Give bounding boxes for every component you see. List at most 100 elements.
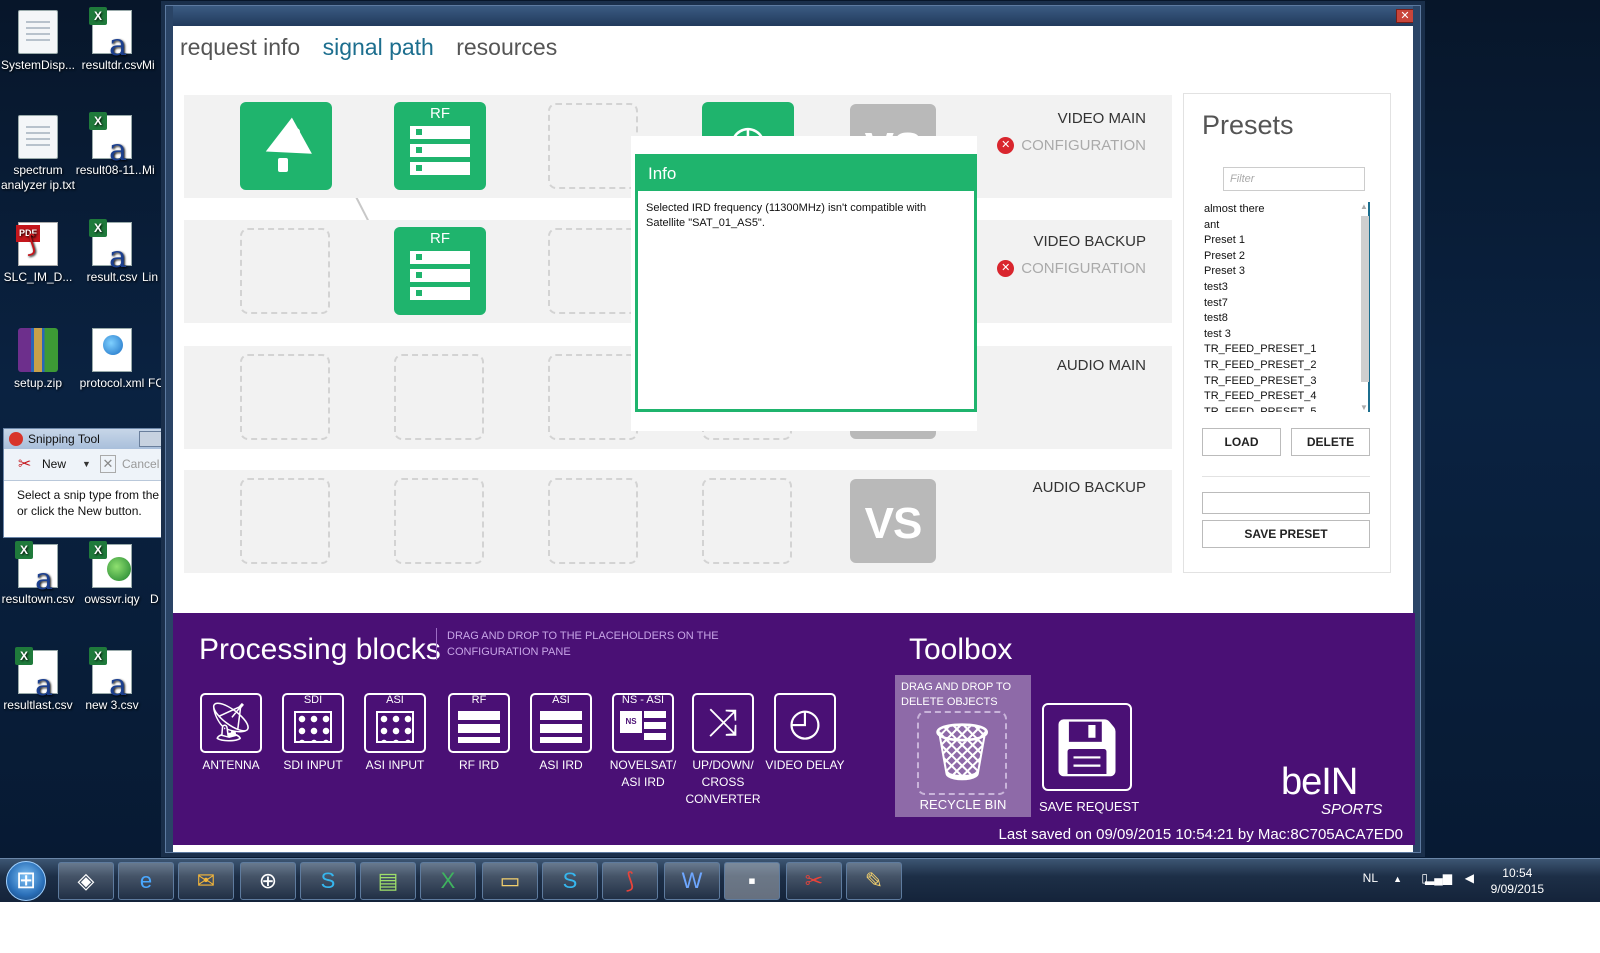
taskbar-excel-icon[interactable]: X [420,862,476,900]
preset-list-item[interactable]: TR_FEED_PRESET_4 [1202,389,1372,405]
taskbar-acrobat-icon[interactable]: ⟆ [602,862,658,900]
minimize-button[interactable] [139,431,163,447]
preset-list-item[interactable]: Preset 2 [1202,249,1372,265]
start-button[interactable] [6,861,46,901]
processing-hint: DRAG AND DROP TO THE PLACEHOLDERS ON THE… [436,628,736,660]
cancel-snip-button[interactable]: Cancel [98,455,159,473]
desktop-file-cut[interactable]: Mi [142,163,166,178]
scrollbar-thumb[interactable] [1361,216,1369,382]
desktop-file-protocol[interactable]: protocol.xml [74,328,150,391]
processing-block-sdi-input[interactable]: SDI SDI INPUT [271,693,355,774]
new-snip-button[interactable]: New [16,454,66,474]
placeholder-slot[interactable] [394,354,484,440]
desktop-file-owssvr[interactable]: X owssvr.iqy [74,541,150,607]
desktop-file-slc[interactable]: PDF ⟆ SLC_IM_D... [0,222,76,285]
taskbar-snipping-icon[interactable]: ✂ [786,862,842,900]
scroll-up-icon[interactable]: ▲ [1359,202,1369,211]
taskbar-app-icon[interactable]: ▪ [724,862,780,900]
preset-list-item[interactable]: TR_FEED_PRESET_1 [1202,342,1372,358]
preset-list-item[interactable]: TR_FEED_PRESET_3 [1202,374,1372,390]
preset-list-item[interactable]: TR_FEED_PRESET_2 [1202,358,1372,374]
desktop-file-resultlast[interactable]: Xa resultlast.csv [0,647,76,713]
preset-list-item[interactable]: test7 [1202,296,1372,312]
taskbar-project-icon[interactable]: ▤ [360,862,416,900]
preset-list-item[interactable]: ant [1202,218,1372,234]
preset-filter-input[interactable]: Filter [1223,167,1365,191]
processing-block-antenna[interactable]: 📡︎ ANTENNA [189,693,273,774]
desktop-file-cut[interactable]: Lin [142,270,166,285]
desktop-file-resultown[interactable]: Xa resultown.csv [0,541,76,607]
csv-file-icon: Xa [15,647,58,701]
placeholder-slot[interactable] [240,478,330,564]
info-dialog[interactable]: Info Selected IRD frequency (11300MHz) i… [635,154,977,412]
load-preset-button[interactable]: LOAD [1202,428,1281,456]
taskbar-skype-icon[interactable]: S [300,862,356,900]
desktop-file-spectrum[interactable]: spectrum analyzer ip.txt [0,115,76,193]
system-clock[interactable]: 10:54 9/09/2015 [1491,865,1544,897]
taskbar-outlook-icon[interactable]: ✉ [178,862,234,900]
placeholder-slot[interactable] [548,228,638,314]
desktop-file-result[interactable]: Xa result.csv [74,219,150,285]
placeholder-slot[interactable] [548,478,638,564]
placeholder-slot[interactable] [240,228,330,314]
taskbar-skype-icon[interactable]: S [542,862,598,900]
save-preset-button[interactable]: SAVE PRESET [1202,520,1370,548]
placeholder-slot[interactable] [548,354,638,440]
desktop-file-resultdr[interactable]: Xa resultdr.csv [74,7,150,73]
antenna-block[interactable] [240,102,332,190]
taskbar-explorer-icon[interactable]: ▭ [482,862,538,900]
show-hidden-icons[interactable]: ▲ [1393,874,1402,884]
scroll-down-icon[interactable]: ▼ [1359,403,1369,412]
taskbar-paint-icon[interactable]: ✎ [846,862,902,900]
save-request-button[interactable]: 💾︎ SAVE REQUEST [1039,703,1139,814]
taskbar-vmware-icon[interactable]: ◈ [58,862,114,900]
preset-list[interactable]: almost there ant Preset 1 Preset 2 Preset 3t… [1202,202,1372,412]
preset-list-item[interactable]: test8 [1202,311,1372,327]
configuration-error-link[interactable]: CONFIGURATION [997,137,1146,154]
processing-block-novelsat[interactable]: NS - ASI NS NOVELSAT/ ASI IRD [601,693,685,791]
volume-icon[interactable]: ◀ [1465,871,1474,885]
chevron-down-icon[interactable]: ▼ [82,459,91,469]
taskbar-target-icon[interactable]: ⊕ [240,862,296,900]
preset-list-item[interactable]: TR_FEED_PRESET_5 [1202,405,1372,412]
preset-list-item[interactable]: Preset 3 [1202,264,1372,280]
placeholder-slot[interactable] [394,478,484,564]
processing-block-rf-ird[interactable]: RF RF IRD [437,693,521,774]
processing-block-video-delay[interactable]: ◴ VIDEO DELAY [763,693,847,774]
desktop-file-setup[interactable]: setup.zip [0,328,76,391]
processing-block-asi-ird[interactable]: ASI ASI IRD [519,693,603,774]
rf-ird-block[interactable]: RF [394,102,486,190]
preset-name-input[interactable] [1202,492,1370,514]
desktop-file-new3[interactable]: Xa new 3.csv [74,647,150,713]
preset-list-item[interactable]: test3 [1202,280,1372,296]
preset-list-item[interactable]: test 3 [1202,327,1372,343]
satellite-dish-icon [265,117,312,172]
configuration-error-link[interactable]: CONFIGURATION [997,260,1146,277]
placeholder-slot[interactable] [702,478,792,564]
placeholder-slot[interactable] [548,103,638,189]
processing-block-asi-input[interactable]: ASI ASI INPUT [353,693,437,774]
close-button[interactable]: ✕ [1396,9,1414,23]
snipping-tool-window[interactable]: Snipping Tool New ▼ Cancel Select a snip… [3,428,166,538]
delete-preset-button[interactable]: DELETE [1291,428,1370,456]
taskbar-word-icon[interactable]: W [664,862,720,900]
placeholder-slot[interactable] [240,354,330,440]
network-icon[interactable]: ▂▄▆ [1425,871,1452,885]
recycle-bin-dropzone[interactable]: DRAG AND DROP TO DELETE OBJECTS 🗑︎ RECYC… [895,675,1031,817]
desktop-file-result08[interactable]: Xa result08-11.... [74,112,150,178]
taskbar-ie-icon[interactable]: e [118,862,174,900]
preset-list-item[interactable]: Preset 1 [1202,233,1372,249]
preset-list-item[interactable]: almost there [1202,202,1372,218]
desktop-file-systemdisp[interactable]: SystemDisp... [0,10,76,73]
snipping-tool-toolbar: New ▼ Cancel [4,449,165,481]
text-file-icon [18,115,58,159]
processing-block-converter[interactable]: ⤨ UP/DOWN/ CROSS CONVERTER [681,693,765,808]
rf-ird-block[interactable]: RF [394,227,486,315]
shuffle-icon: ⤨ [707,702,739,744]
snipping-tool-titlebar[interactable]: Snipping Tool [4,429,165,449]
language-indicator[interactable]: NL [1363,871,1378,885]
preset-list-scrollbar[interactable]: ▲ ▼ [1357,202,1370,412]
xml-file-icon [92,328,132,372]
desktop-file-cut[interactable]: Mi [142,58,166,73]
vs-block[interactable]: VS [850,479,936,563]
